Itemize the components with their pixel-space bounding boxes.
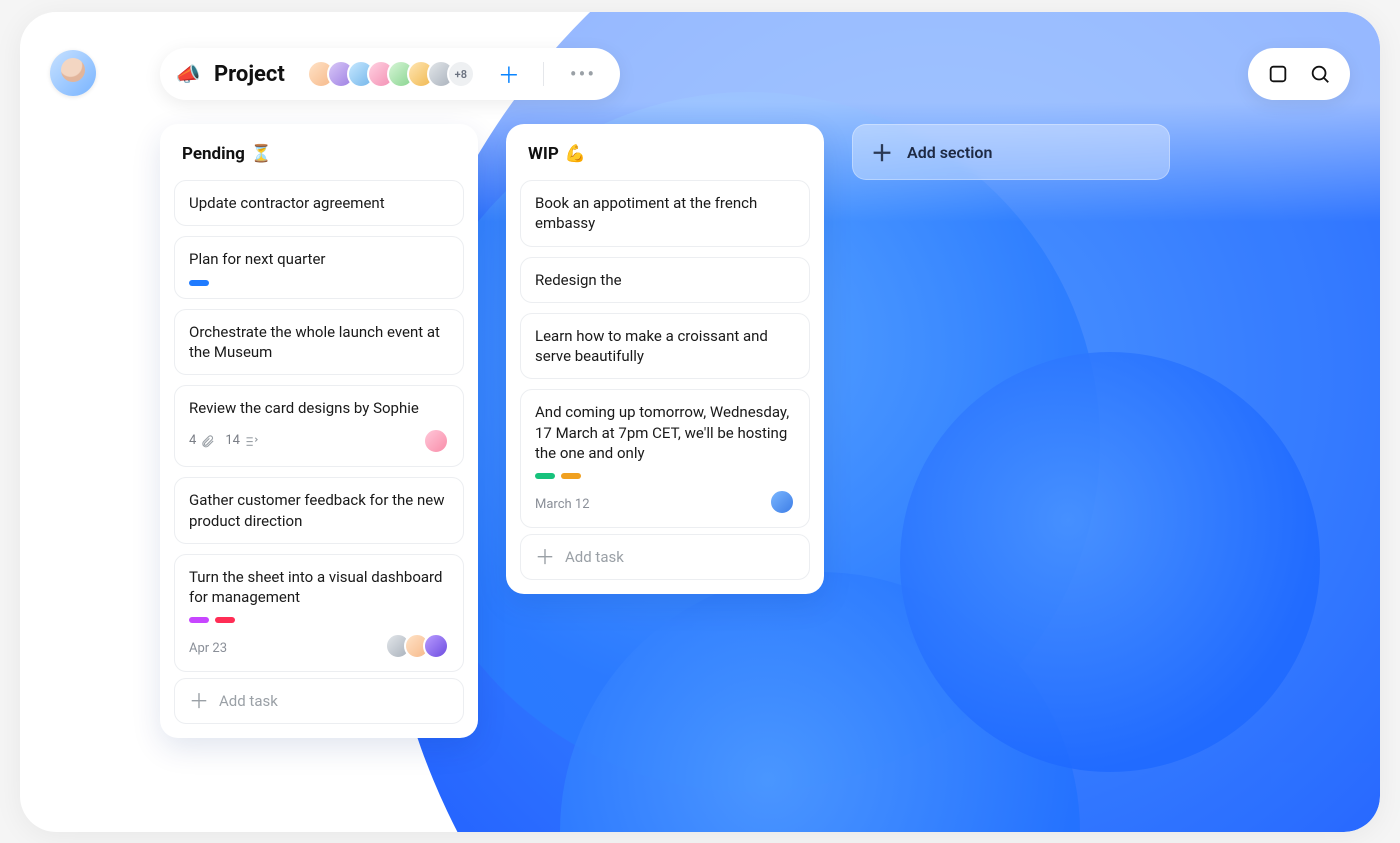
task-date: Apr 23 xyxy=(189,640,227,658)
task-assignees[interactable] xyxy=(769,489,795,515)
add-task-button[interactable]: ＋Add task xyxy=(174,678,464,724)
task-assignees[interactable] xyxy=(385,633,449,659)
project-header: 📣 Project +8 ＋ ••• xyxy=(160,48,620,100)
column-title[interactable]: Pending ⏳ xyxy=(174,144,464,164)
search-icon[interactable] xyxy=(1308,62,1332,86)
task-text: Review the card designs by Sophie xyxy=(189,398,449,418)
task-card[interactable]: Orchestrate the whole launch event at th… xyxy=(174,309,464,376)
task-text: Orchestrate the whole launch event at th… xyxy=(189,322,449,363)
task-card[interactable]: Review the card designs by Sophie 4 14 xyxy=(174,385,464,467)
subtask-count: 14 xyxy=(225,432,259,450)
divider xyxy=(543,62,544,86)
board-column: Pending ⏳ Update contractor agreement Plan… xyxy=(160,124,478,738)
task-text: Redesign the xyxy=(535,270,795,290)
task-card[interactable]: Gather customer feedback for the new pro… xyxy=(174,477,464,544)
task-text: Turn the sheet into a visual dashboard f… xyxy=(189,567,449,608)
top-right-controls xyxy=(1248,48,1350,100)
task-card[interactable]: Book an appotiment at the french embassy xyxy=(520,180,810,247)
board-column: WIP 💪 Book an appotiment at the french em… xyxy=(506,124,824,594)
plus-icon: ＋ xyxy=(535,547,555,567)
task-card[interactable]: Redesign the xyxy=(520,257,810,303)
task-text: Gather customer feedback for the new pro… xyxy=(189,490,449,531)
plus-icon: ＋ xyxy=(871,136,893,168)
project-icon: 📣 xyxy=(176,62,200,86)
task-assignees[interactable] xyxy=(423,428,449,454)
project-title[interactable]: Project xyxy=(214,62,285,87)
task-text: Plan for next quarter xyxy=(189,249,449,269)
task-text: Learn how to make a croissant and serve … xyxy=(535,326,795,367)
user-avatar[interactable] xyxy=(50,50,96,96)
column-emoji: 💪 xyxy=(565,144,586,164)
task-date: March 12 xyxy=(535,496,590,514)
column-title[interactable]: WIP 💪 xyxy=(520,144,810,164)
column-emoji: ⏳ xyxy=(251,144,272,164)
task-card[interactable]: Update contractor agreement xyxy=(174,180,464,226)
panel-icon[interactable] xyxy=(1266,62,1290,86)
task-text: Book an appotiment at the french embassy xyxy=(535,193,795,234)
kanban-board: Pending ⏳ Update contractor agreement Plan… xyxy=(160,124,1170,738)
attachment-count: 4 xyxy=(189,432,215,450)
plus-icon: ＋ xyxy=(189,691,209,711)
task-meta: 4 14 xyxy=(189,428,449,454)
task-text: Update contractor agreement xyxy=(189,193,449,213)
task-tags xyxy=(189,280,449,286)
task-card[interactable]: Learn how to make a croissant and serve … xyxy=(520,313,810,380)
more-menu-button[interactable]: ••• xyxy=(564,62,602,86)
task-meta: March 12 xyxy=(535,489,795,515)
add-task-button[interactable]: ＋Add task xyxy=(520,534,810,580)
task-tags xyxy=(535,473,795,479)
task-card[interactable]: Turn the sheet into a visual dashboard f… xyxy=(174,554,464,673)
avatar-overflow[interactable]: +8 xyxy=(447,60,475,88)
task-meta: Apr 23 xyxy=(189,633,449,659)
task-card[interactable]: And coming up tomorrow, Wednesday, 17 Ma… xyxy=(520,389,810,528)
task-tags xyxy=(189,617,449,623)
add-member-button[interactable]: ＋ xyxy=(495,60,523,88)
task-card[interactable]: Plan for next quarter xyxy=(174,236,464,298)
add-section-button[interactable]: ＋Add section xyxy=(852,124,1170,180)
member-avatars[interactable]: +8 xyxy=(307,60,475,88)
task-text: And coming up tomorrow, Wednesday, 17 Ma… xyxy=(535,402,795,463)
